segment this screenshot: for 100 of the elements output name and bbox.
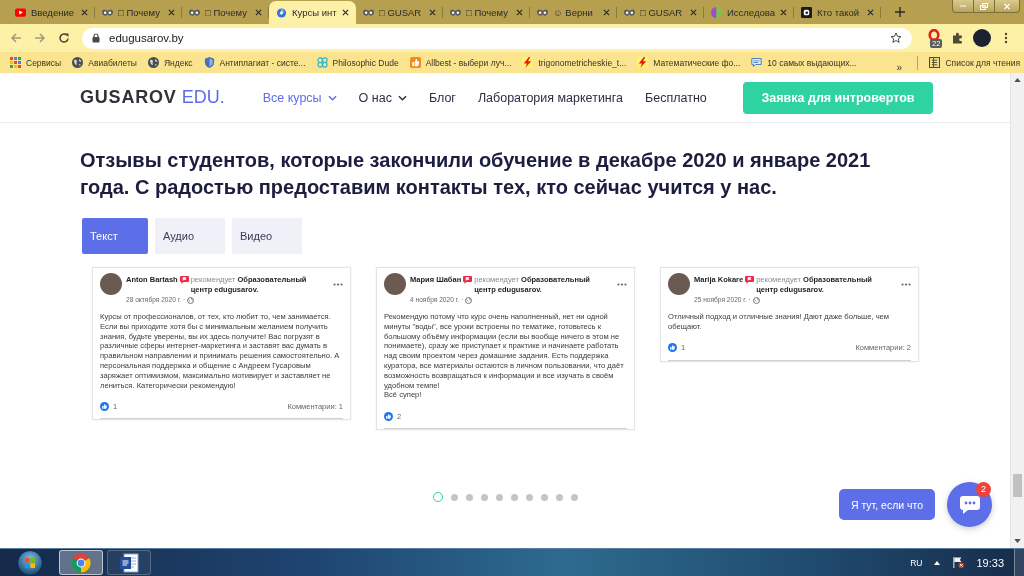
shield-icon xyxy=(203,57,215,68)
close-icon[interactable] xyxy=(690,9,697,16)
browser-tab[interactable]: □ GUSAR xyxy=(617,1,704,24)
nav-link[interactable]: Все курсы xyxy=(262,90,337,105)
minimize-button[interactable] xyxy=(952,0,973,13)
close-icon xyxy=(1003,2,1011,10)
menu-icon xyxy=(1004,32,1008,44)
lightning-icon xyxy=(637,57,649,68)
chat-button[interactable] xyxy=(947,482,992,527)
apps-grid-icon xyxy=(10,57,21,68)
mask-icon xyxy=(189,7,200,18)
media-tab[interactable]: Видео xyxy=(232,218,302,254)
unread-count: 2 xyxy=(976,482,991,497)
close-icon[interactable] xyxy=(780,9,787,16)
close-icon[interactable] xyxy=(342,9,349,16)
nav-link[interactable]: Бесплатно xyxy=(645,90,707,105)
close-icon[interactable] xyxy=(168,9,175,16)
browser-tab[interactable]: ☺ Верни xyxy=(530,1,617,24)
like-icon xyxy=(668,343,677,353)
profile-avatar[interactable] xyxy=(973,29,991,47)
nav-link[interactable]: О нас xyxy=(358,90,407,105)
more-bookmarks-button[interactable]: » xyxy=(896,66,907,69)
bookmark-link[interactable]: trigonometricheskie_t... xyxy=(522,57,627,68)
nav-link[interactable]: Блог xyxy=(428,90,456,105)
bookmark-link[interactable]: 10 самых выдающих... xyxy=(751,57,857,68)
globe-icon xyxy=(187,296,195,304)
reload-icon xyxy=(58,32,70,44)
media-tab[interactable]: Текст xyxy=(82,218,148,254)
close-icon[interactable] xyxy=(867,9,874,16)
chat-icon xyxy=(959,495,980,514)
like-icon xyxy=(100,401,109,411)
pagination-dot[interactable] xyxy=(570,493,578,501)
bookmark-link[interactable]: Яндекс xyxy=(147,57,193,68)
close-icon[interactable] xyxy=(516,9,523,16)
close-icon[interactable] xyxy=(81,9,88,16)
taskbar-app[interactable] xyxy=(107,550,151,575)
clock[interactable]: 19:33 xyxy=(976,556,1004,569)
ring-icon xyxy=(928,29,940,41)
language-indicator[interactable]: RU xyxy=(910,557,923,568)
plus-icon xyxy=(895,7,905,17)
bookmark-link[interactable]: Антиплагиат - систе... xyxy=(203,57,306,68)
browser-tab[interactable]: Кто такой xyxy=(794,1,881,24)
browser-tab[interactable]: Введение xyxy=(8,1,95,24)
play-icon xyxy=(15,7,26,18)
recommend-icon xyxy=(179,276,189,284)
media-tab[interactable]: Аудио xyxy=(155,218,225,254)
globe-icon xyxy=(72,57,84,68)
like-icon xyxy=(384,411,393,421)
browser-tab[interactable]: □ Почему xyxy=(443,1,530,24)
flag-icon[interactable] xyxy=(952,556,966,569)
close-icon[interactable] xyxy=(255,9,262,16)
globe-icon xyxy=(465,296,473,304)
bookmark-link[interactable]: Сервисы xyxy=(10,57,62,68)
pagination-dot[interactable] xyxy=(432,492,443,503)
start-button[interactable] xyxy=(17,549,43,576)
pagination-dot[interactable] xyxy=(465,493,473,501)
square-icon xyxy=(801,7,812,18)
section-heading: Отзывы студентов, которые закончили обучение в декабре 2020 и январе 2021 года. С радостью предоставим контакты тех, кто сейчас учится у нас. xyxy=(80,148,872,200)
bookmark-link[interactable]: Авиабилеты xyxy=(72,57,137,68)
pagination-dot[interactable] xyxy=(495,493,503,501)
nav-link[interactable]: Лаборатория маркетинга xyxy=(477,90,623,105)
scrollbar-track[interactable] xyxy=(1010,73,1024,548)
browser-tab[interactable]: □ Почему xyxy=(182,1,269,24)
scroll-down-icon[interactable] xyxy=(1014,539,1021,543)
window-close-button[interactable] xyxy=(994,0,1020,13)
puzzle-icon xyxy=(952,32,964,44)
avatar xyxy=(384,273,406,295)
pagination-dot[interactable] xyxy=(540,493,548,501)
bookmark-link[interactable]: Математические фо... xyxy=(637,57,741,68)
lock-icon xyxy=(92,33,100,43)
reading-list-button[interactable]: Список для чтения xyxy=(929,57,1020,68)
scroll-up-icon[interactable] xyxy=(1014,78,1021,82)
site-logo[interactable]: GUSAROV EDU. xyxy=(80,87,225,108)
browser-tab[interactable]: □ GUSAR xyxy=(356,1,443,24)
show-desktop-button[interactable] xyxy=(1014,549,1024,576)
tray-arrow-icon[interactable] xyxy=(934,560,941,565)
pagination-dot[interactable] xyxy=(525,493,533,501)
browser-tab[interactable]: □ Почему xyxy=(95,1,182,24)
bookmark-link[interactable]: Allbest - выбери луч... xyxy=(409,57,512,68)
globe-icon xyxy=(752,296,760,304)
pagination-dot[interactable] xyxy=(480,493,488,501)
pagination-dot[interactable] xyxy=(450,493,458,501)
browser-tab[interactable]: Курсы инт xyxy=(269,1,356,24)
mask-icon xyxy=(624,7,635,18)
forward-arrow-icon xyxy=(34,32,46,44)
close-icon[interactable] xyxy=(603,9,610,16)
address-field[interactable]: edugusarov.by xyxy=(82,27,912,49)
pagination-dot[interactable] xyxy=(555,493,563,501)
close-icon[interactable] xyxy=(429,9,436,16)
mask-icon xyxy=(537,7,548,18)
reading-list-icon xyxy=(929,57,941,68)
browser-tab[interactable]: Исследова xyxy=(704,1,794,24)
bookmark-star-icon[interactable] xyxy=(890,32,902,44)
scrollbar-thumb[interactable] xyxy=(1013,474,1022,497)
restore-button[interactable] xyxy=(973,0,994,13)
avatar xyxy=(668,273,690,295)
chat-prompt-button[interactable]: Я тут, если что xyxy=(839,489,935,520)
minimize-icon xyxy=(959,5,967,7)
pagination-dot[interactable] xyxy=(510,493,518,501)
bookmark-link[interactable]: Philosophic Dude xyxy=(316,57,399,68)
